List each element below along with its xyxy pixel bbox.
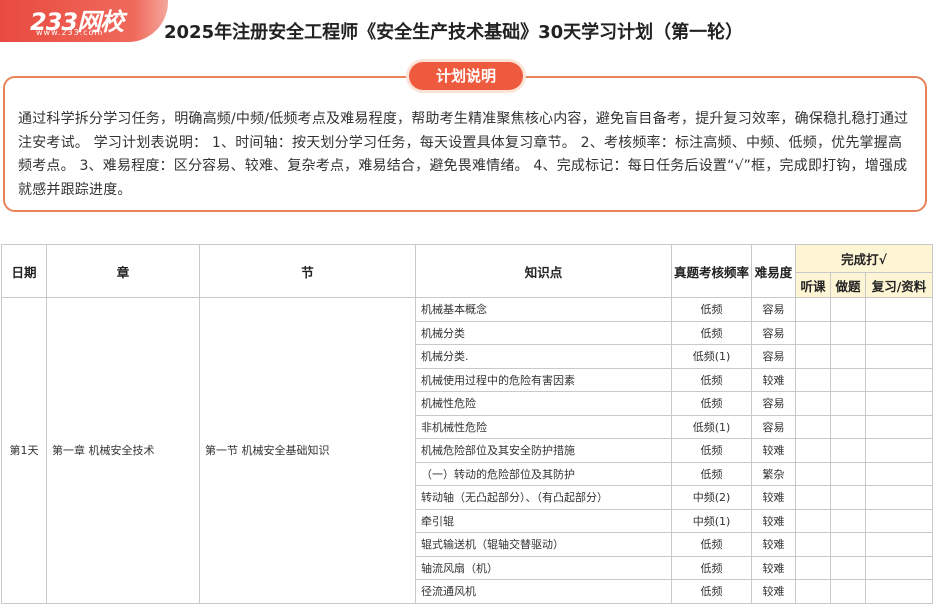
page-title: 2025年注册安全工程师《安全生产技术基础》30天学习计划（第一轮） [164,22,744,43]
review-checkbox-cell[interactable] [864,579,934,604]
lecture-checkbox-cell[interactable] [795,508,831,533]
knowledge-point-cell: 牵引辊 [415,508,672,533]
difficulty-cell: 较难 [751,508,796,533]
study-plan-table: 日期 章 节 知识点 真题考核频率 难易度 完成打√ 听课 做题 复习/资料 第… [1,244,934,604]
exercise-checkbox-cell[interactable] [830,579,866,604]
exercise-checkbox-cell[interactable] [830,391,866,416]
exercise-checkbox-cell[interactable] [830,555,866,580]
knowledge-point-cell: 辊式输送机（辊轴交替驱动） [415,532,672,557]
lecture-checkbox-cell[interactable] [795,391,831,416]
difficulty-cell: 较难 [751,579,796,604]
difficulty-cell: 容易 [751,344,796,369]
difficulty-cell: 较难 [751,555,796,580]
lecture-checkbox-cell[interactable] [795,367,831,392]
difficulty-cell: 容易 [751,414,796,439]
lecture-checkbox-cell[interactable] [795,579,831,604]
lecture-checkbox-cell[interactable] [795,320,831,345]
review-checkbox-cell[interactable] [864,508,934,533]
header-completion: 完成打√ [794,244,934,273]
header-knowledge-point: 知识点 [415,244,672,298]
review-checkbox-cell[interactable] [864,438,934,463]
exercise-checkbox-cell[interactable] [830,532,866,557]
knowledge-point-cell: 机械性危险 [415,391,672,416]
knowledge-point-cell: （一）转动的危险部位及其防护 [415,461,672,486]
review-checkbox-cell[interactable] [864,320,934,345]
frequency-cell: 中频(1) [671,508,752,533]
brand-logo[interactable]: 233网校 www.233.com [0,0,168,42]
lecture-checkbox-cell[interactable] [795,485,831,510]
review-checkbox-cell[interactable] [864,414,934,439]
header-bar: 233网校 www.233.com 2025年注册安全工程师《安全生产技术基础》… [0,0,934,44]
review-checkbox-cell[interactable] [864,367,934,392]
lecture-checkbox-cell[interactable] [795,414,831,439]
exercise-checkbox-cell[interactable] [830,414,866,439]
lecture-checkbox-cell[interactable] [795,438,831,463]
header-chapter: 章 [46,244,200,298]
header-exam-frequency: 真题考核频率 [671,244,752,298]
review-checkbox-cell[interactable] [864,391,934,416]
frequency-cell: 低频 [671,367,752,392]
frequency-cell: 低频(1) [671,414,752,439]
header-exercise: 做题 [830,272,866,298]
chapter-cell: 第一章 机械安全技术 [46,297,200,604]
section-cell: 第一节 机械安全基础知识 [199,297,416,604]
knowledge-point-cell: 轴流风扇（机） [415,555,672,580]
frequency-cell: 低频 [671,532,752,557]
frequency-cell: 低频 [671,297,752,322]
difficulty-cell: 较难 [751,438,796,463]
lecture-checkbox-cell[interactable] [795,297,831,322]
exercise-checkbox-cell[interactable] [830,320,866,345]
logo-url: www.233.com [36,28,104,37]
plan-description-tag: 计划说明 [409,62,523,90]
lecture-checkbox-cell[interactable] [795,532,831,557]
knowledge-point-cell: 非机械性危险 [415,414,672,439]
plan-description-text: 通过科学拆分学习任务，明确高频/中频/低频考点及难易程度，帮助考生精准聚焦核心内… [18,111,909,198]
knowledge-point-cell: 机械分类 [415,320,672,345]
review-checkbox-cell[interactable] [864,461,934,486]
review-checkbox-cell[interactable] [864,344,934,369]
lecture-checkbox-cell[interactable] [795,461,831,486]
header-lecture: 听课 [795,272,831,298]
difficulty-cell: 容易 [751,320,796,345]
review-checkbox-cell[interactable] [864,532,934,557]
lecture-checkbox-cell[interactable] [795,555,831,580]
difficulty-cell: 较难 [751,485,796,510]
header-difficulty: 难易度 [751,244,796,298]
day-cell: 第1天 [1,297,47,604]
table-row: 第1天 第一章 机械安全技术 第一节 机械安全基础知识 机械基本概念 低频 容易 [1,297,934,604]
exercise-checkbox-cell[interactable] [830,344,866,369]
exercise-checkbox-cell[interactable] [830,461,866,486]
knowledge-point-cell: 径流通风机 [415,579,672,604]
difficulty-cell: 较难 [751,532,796,557]
difficulty-cell: 容易 [751,297,796,322]
frequency-cell: 低频 [671,579,752,604]
exercise-checkbox-cell[interactable] [830,485,866,510]
exercise-checkbox-cell[interactable] [830,508,866,533]
knowledge-point-cell: 机械分类. [415,344,672,369]
frequency-cell: 低频 [671,555,752,580]
frequency-cell: 低频 [671,438,752,463]
frequency-cell: 低频 [671,320,752,345]
lecture-checkbox-cell[interactable] [795,344,831,369]
difficulty-cell: 繁杂 [751,461,796,486]
frequency-cell: 低频 [671,461,752,486]
frequency-cell: 低频(1) [671,344,752,369]
header-review: 复习/资料 [864,272,934,298]
review-checkbox-cell[interactable] [864,297,934,322]
header-date: 日期 [1,244,47,298]
frequency-cell: 中频(2) [671,485,752,510]
knowledge-point-cell: 转动轴（无凸起部分）、（有凸起部分） [415,485,672,510]
knowledge-point-cell: 机械基本概念 [415,297,672,322]
knowledge-point-cell: 机械使用过程中的危险有害因素 [415,367,672,392]
difficulty-cell: 容易 [751,391,796,416]
exercise-checkbox-cell[interactable] [830,367,866,392]
exercise-checkbox-cell[interactable] [830,297,866,322]
frequency-cell: 低频 [671,391,752,416]
exercise-checkbox-cell[interactable] [830,438,866,463]
header-section: 节 [199,244,416,298]
review-checkbox-cell[interactable] [864,485,934,510]
review-checkbox-cell[interactable] [864,555,934,580]
difficulty-cell: 较难 [751,367,796,392]
knowledge-point-cell: 机械危险部位及其安全防护措施 [415,438,672,463]
